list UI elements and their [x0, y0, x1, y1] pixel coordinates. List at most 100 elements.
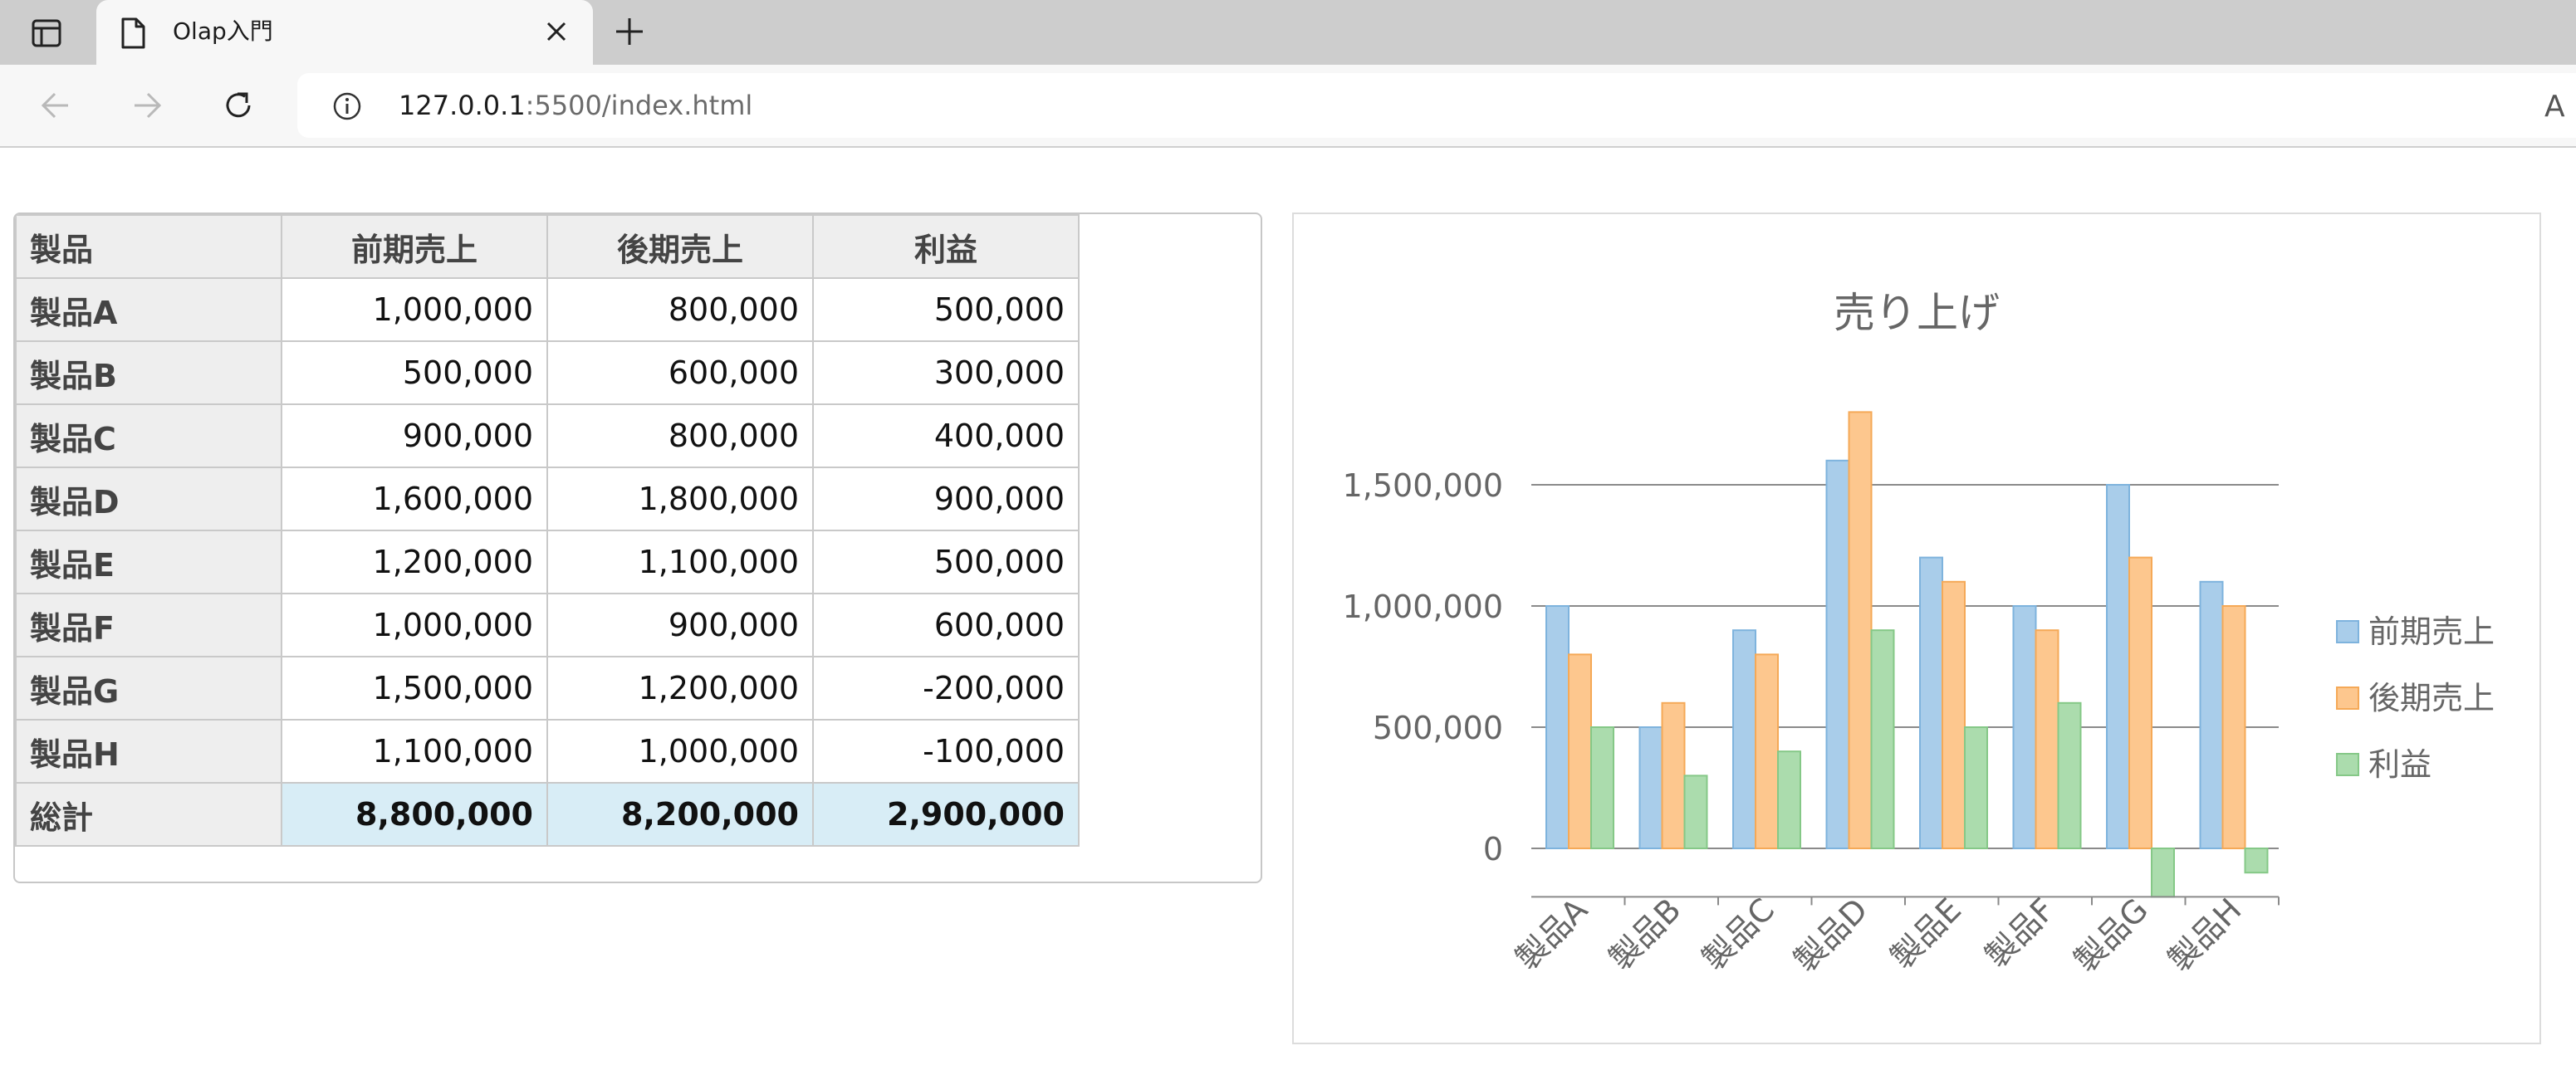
- bar[interactable]: [1683, 774, 1708, 850]
- total-cell[interactable]: 8,200,000: [546, 782, 814, 847]
- url-text[interactable]: 127.0.0.1:5500/index.html: [399, 86, 752, 125]
- refresh-icon[interactable]: [218, 85, 259, 126]
- close-icon[interactable]: [540, 15, 573, 48]
- table-row: 製品A 1,000,000 800,000 500,000: [15, 277, 1080, 342]
- bar[interactable]: [2199, 580, 2224, 849]
- header-product[interactable]: 製品: [15, 214, 282, 279]
- row-header[interactable]: 製品D: [15, 467, 282, 531]
- bar[interactable]: [1545, 605, 1570, 849]
- sales-chart: 売り上げ 0 500,000 1,000,000 1,500,000 製品A 製品B 製品…: [1292, 213, 2541, 1044]
- new-tab-icon[interactable]: [611, 13, 648, 50]
- total-cell[interactable]: 2,900,000: [812, 782, 1080, 847]
- bar[interactable]: [2012, 605, 2037, 849]
- bar-chart-svg: 売り上げ 0500,0001,000,0001,500,000 製品A 製品B 製品…: [1343, 289, 2495, 980]
- legend-label[interactable]: 後期売上: [2368, 680, 2495, 716]
- y-tick-label: 0: [1483, 831, 1503, 867]
- bar[interactable]: [2106, 484, 2130, 849]
- info-icon[interactable]: [332, 91, 362, 121]
- row-header[interactable]: 製品E: [15, 530, 282, 594]
- legend-label[interactable]: 利益: [2368, 746, 2432, 783]
- header-profit[interactable]: 利益: [812, 214, 1080, 279]
- table-cell[interactable]: 900,000: [281, 403, 548, 468]
- table-cell[interactable]: 1,100,000: [281, 719, 548, 784]
- x-tick-label: 製品G: [2067, 892, 2155, 980]
- row-header[interactable]: 製品C: [15, 403, 282, 468]
- total-cell[interactable]: 8,800,000: [281, 782, 548, 847]
- bar[interactable]: [2244, 848, 2269, 874]
- table-cell[interactable]: 1,000,000: [281, 593, 548, 657]
- url-host: 127.0.0.1: [399, 90, 526, 121]
- table-row: 製品D 1,600,000 1,800,000 900,000: [15, 467, 1080, 531]
- browser-toolbar: 127.0.0.1:5500/index.html A: [0, 65, 2576, 148]
- header-second-half-sales[interactable]: 後期売上: [546, 214, 814, 279]
- table-cell[interactable]: 600,000: [812, 593, 1080, 657]
- x-tick-label: 製品E: [1883, 892, 1968, 976]
- table-cell[interactable]: 500,000: [812, 530, 1080, 594]
- row-header[interactable]: 製品F: [15, 593, 282, 657]
- tab-title: Olap入門: [173, 17, 273, 45]
- table-cell[interactable]: 1,100,000: [546, 530, 814, 594]
- back-icon[interactable]: [35, 85, 76, 126]
- bar[interactable]: [1590, 726, 1614, 849]
- bar[interactable]: [1825, 459, 1850, 849]
- legend-swatch[interactable]: [2336, 687, 2359, 710]
- read-aloud-icon[interactable]: A: [2544, 90, 2565, 124]
- legend-swatch[interactable]: [2336, 753, 2359, 776]
- table-cell[interactable]: 800,000: [546, 403, 814, 468]
- browser-tab[interactable]: Olap入門: [96, 0, 593, 65]
- address-bar[interactable]: 127.0.0.1:5500/index.html: [297, 73, 2576, 138]
- bar[interactable]: [2128, 556, 2152, 849]
- row-header[interactable]: 製品B: [15, 340, 282, 405]
- legend-label[interactable]: 前期売上: [2368, 613, 2495, 650]
- bar[interactable]: [1638, 726, 1663, 849]
- table-cell[interactable]: -200,000: [812, 656, 1080, 721]
- bar[interactable]: [2221, 605, 2246, 849]
- x-tick-label: 製品D: [1787, 892, 1875, 980]
- bar[interactable]: [2057, 701, 2082, 849]
- pivot-table: 製品 前期売上 後期売上 利益 製品A 1,000,000 800,000 50…: [15, 214, 1080, 847]
- table-cell[interactable]: 900,000: [546, 593, 814, 657]
- table-cell[interactable]: 800,000: [546, 277, 814, 342]
- table-cell[interactable]: 1,800,000: [546, 467, 814, 531]
- table-cell[interactable]: 600,000: [546, 340, 814, 405]
- bar[interactable]: [1732, 629, 1756, 849]
- x-tick-label: 製品A: [1509, 892, 1594, 977]
- header-first-half-sales[interactable]: 前期売上: [281, 214, 548, 279]
- bar[interactable]: [1942, 580, 1966, 849]
- bar[interactable]: [1870, 629, 1895, 849]
- row-header[interactable]: 製品A: [15, 277, 282, 342]
- bar[interactable]: [1848, 411, 1873, 849]
- bar[interactable]: [1661, 701, 1686, 849]
- bar[interactable]: [1568, 653, 1592, 850]
- table-row: 製品E 1,200,000 1,100,000 500,000: [15, 530, 1080, 594]
- table-cell[interactable]: 1,500,000: [281, 656, 548, 721]
- table-row: 製品H 1,100,000 1,000,000 -100,000: [15, 719, 1080, 784]
- table-cell[interactable]: 300,000: [812, 340, 1080, 405]
- table-cell[interactable]: 1,200,000: [546, 656, 814, 721]
- table-cell[interactable]: 900,000: [812, 467, 1080, 531]
- total-label[interactable]: 総計: [15, 782, 282, 847]
- pivot-grid: 製品 前期売上 後期売上 利益 製品A 1,000,000 800,000 50…: [13, 213, 1262, 883]
- bar[interactable]: [1777, 750, 1801, 850]
- table-cell[interactable]: 500,000: [281, 340, 548, 405]
- table-cell[interactable]: 1,000,000: [546, 719, 814, 784]
- table-cell[interactable]: 400,000: [812, 403, 1080, 468]
- table-cell[interactable]: 1,200,000: [281, 530, 548, 594]
- table-cell[interactable]: 500,000: [812, 277, 1080, 342]
- table-cell[interactable]: -100,000: [812, 719, 1080, 784]
- table-cell[interactable]: 1,600,000: [281, 467, 548, 531]
- table-cell[interactable]: 1,000,000: [281, 277, 548, 342]
- bar[interactable]: [2035, 629, 2059, 849]
- row-header[interactable]: 製品H: [15, 719, 282, 784]
- bar[interactable]: [1919, 556, 1943, 849]
- bar[interactable]: [2151, 848, 2175, 898]
- x-tick-label: 製品F: [1978, 892, 2061, 975]
- row-header[interactable]: 製品G: [15, 656, 282, 721]
- y-tick-label: 1,500,000: [1343, 467, 1503, 504]
- bar[interactable]: [1964, 726, 1988, 849]
- sidebar-toggle-icon[interactable]: [28, 15, 65, 51]
- bar[interactable]: [1755, 653, 1779, 850]
- table-row: 製品C 900,000 800,000 400,000: [15, 403, 1080, 468]
- forward-icon[interactable]: [126, 85, 168, 126]
- legend-swatch[interactable]: [2336, 620, 2359, 643]
